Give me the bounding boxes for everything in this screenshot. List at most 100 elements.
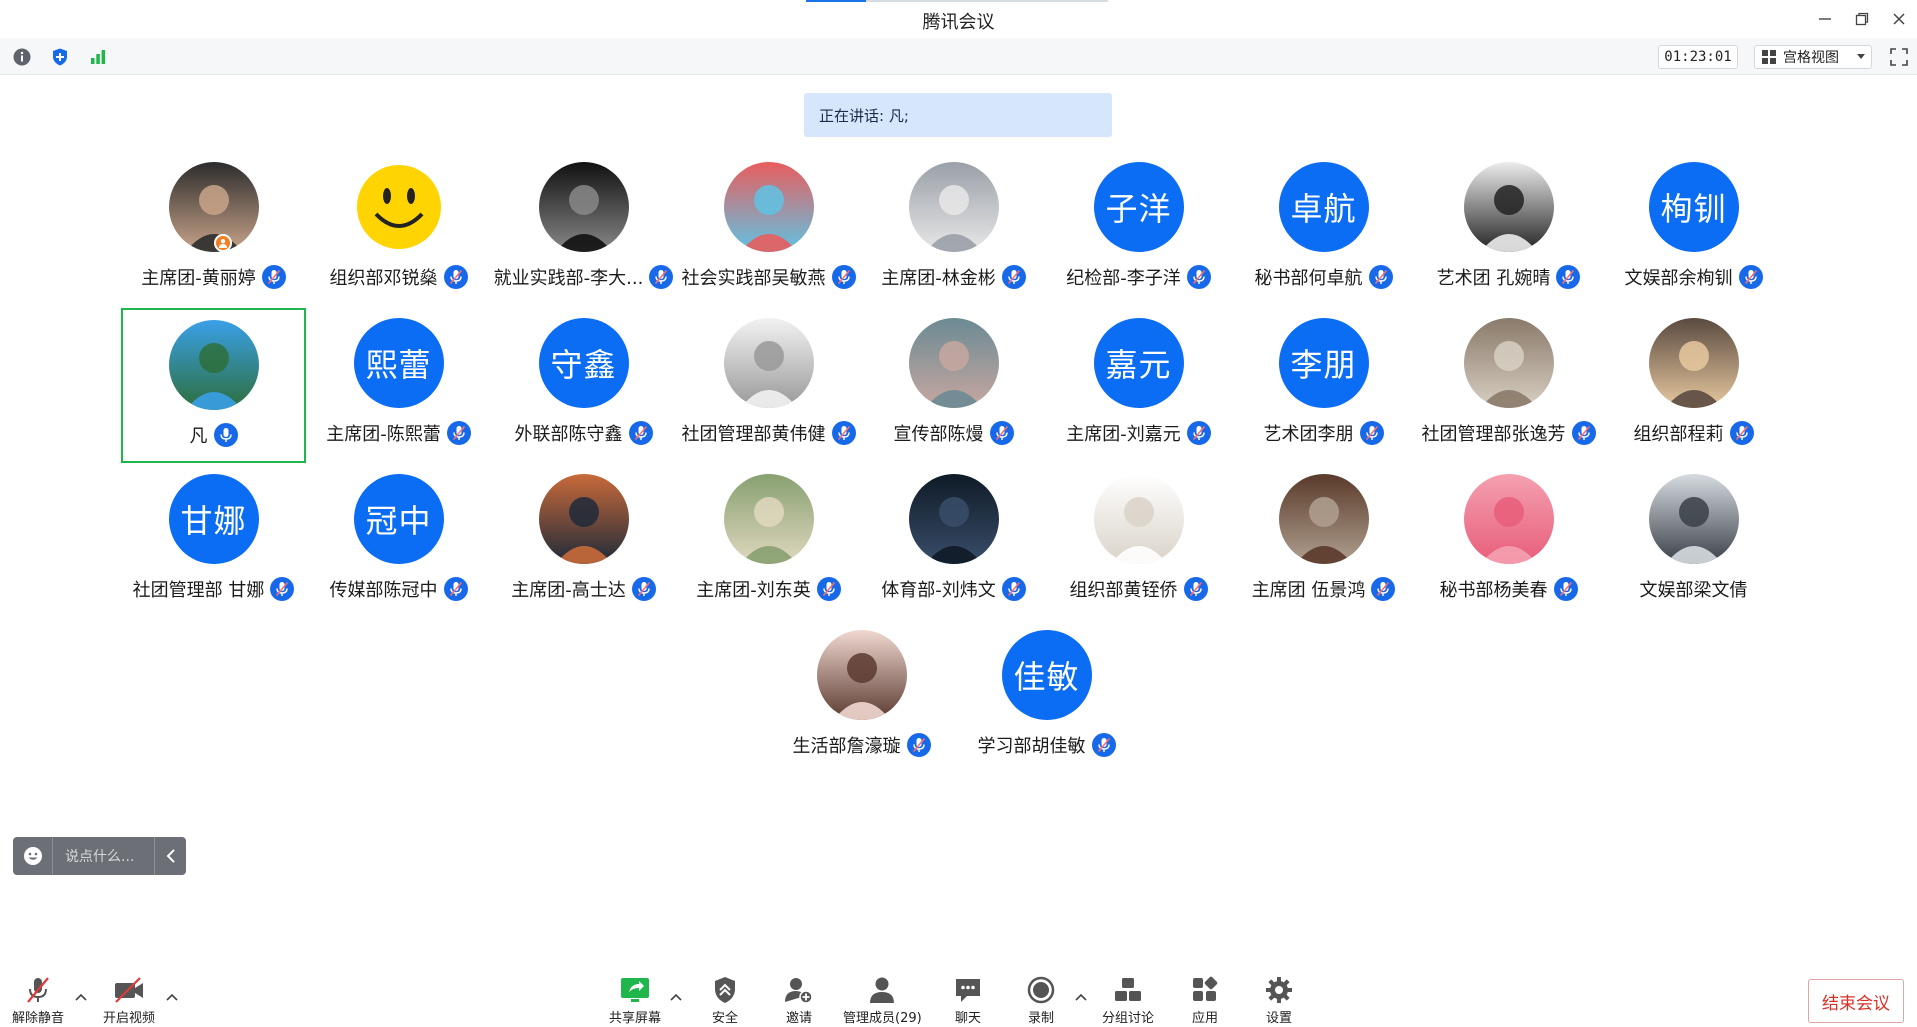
avatar bbox=[723, 318, 814, 408]
participant-name: 社会实践部吴敏燕 bbox=[681, 268, 826, 289]
participant-name: 组织部黄铚侨 bbox=[1069, 580, 1178, 601]
chat-label: 聊天 bbox=[954, 1011, 981, 1026]
participant-name-row: 文娱部梁文倩 bbox=[1571, 576, 1816, 602]
participant-tile[interactable]: 栒钏文娱部余栒钏 bbox=[1601, 152, 1786, 307]
avatar bbox=[1463, 318, 1554, 408]
participant-tile[interactable]: 佳敏学习部胡佳敏 bbox=[954, 620, 1139, 775]
meeting-window: 腾讯会议 01:23:01 宫格视图 正在讲话: 凡; 主席团-黄丽婷 组织部邓… bbox=[0, 0, 1917, 1027]
participant-name: 艺术团李朋 bbox=[1263, 424, 1354, 445]
apps-button[interactable]: 应用 bbox=[1188, 975, 1222, 1026]
record-icon bbox=[1024, 975, 1058, 1005]
record-button[interactable]: 录制 bbox=[1024, 975, 1058, 1026]
gear-icon bbox=[1262, 975, 1296, 1005]
unmute-button[interactable]: 解除静音 bbox=[12, 975, 64, 1026]
avatar bbox=[353, 162, 444, 252]
security-shield-icon bbox=[708, 975, 742, 1005]
participant-grid: 主席团-黄丽婷 组织部邓锐燊 就业实践部-李大... 社会实践部吴敏燕 主席团-林金彬 子… bbox=[0, 0, 1917, 1027]
participant-name: 文娱部余栒钏 bbox=[1624, 268, 1733, 289]
mic-muted-icon[interactable] bbox=[1729, 421, 1754, 445]
avatar bbox=[723, 162, 814, 252]
avatar: 嘉元 bbox=[1093, 318, 1184, 408]
avatar bbox=[908, 162, 999, 252]
avatar bbox=[168, 162, 259, 252]
record-label: 录制 bbox=[1027, 1011, 1054, 1026]
mic-muted-icon[interactable] bbox=[1091, 733, 1116, 757]
share-screen-label: 共享屏幕 bbox=[609, 1011, 662, 1026]
participant-name: 凡 bbox=[189, 426, 208, 447]
participant-name-row: 文娱部余栒钏 bbox=[1571, 264, 1816, 290]
manage-members-button[interactable]: 管理成员(29) bbox=[843, 975, 922, 1026]
avatar bbox=[1278, 474, 1369, 564]
participant-name: 主席团-刘嘉元 bbox=[1066, 424, 1181, 445]
breakout-label: 分组讨论 bbox=[1102, 1011, 1155, 1026]
avatar bbox=[723, 474, 814, 564]
participant-name: 秘书部杨美春 bbox=[1439, 580, 1548, 601]
avatar: 佳敏 bbox=[1001, 630, 1092, 720]
emoji-icon[interactable] bbox=[13, 837, 53, 875]
participant-name-row: 组织部程莉 bbox=[1571, 420, 1816, 446]
settings-label: 设置 bbox=[1265, 1011, 1292, 1026]
manage-members-label: 管理成员(29) bbox=[843, 1011, 922, 1026]
participant-tile[interactable]: 文娱部梁文倩 bbox=[1601, 464, 1786, 619]
record-options-caret[interactable] bbox=[1073, 989, 1089, 1005]
avatar: 熙蕾 bbox=[353, 318, 444, 408]
avatar bbox=[908, 318, 999, 408]
share-options-caret[interactable] bbox=[668, 989, 684, 1005]
video-off-icon bbox=[112, 975, 146, 1005]
mic-muted-icon[interactable] bbox=[1359, 421, 1384, 445]
share-screen-button[interactable]: 共享屏幕 bbox=[609, 975, 661, 1026]
end-meeting-button[interactable]: 结束会议 bbox=[1808, 979, 1904, 1023]
avatar bbox=[908, 474, 999, 564]
avatar: 李朋 bbox=[1278, 318, 1369, 408]
avatar: 冠中 bbox=[353, 474, 444, 564]
start-video-button[interactable]: 开启视频 bbox=[103, 975, 155, 1026]
invite-label: 邀请 bbox=[785, 1011, 812, 1026]
participant-name: 纪检部-李子洋 bbox=[1066, 268, 1181, 289]
participant-tile[interactable]: 组织部程莉 bbox=[1601, 308, 1786, 463]
avatar bbox=[1648, 318, 1739, 408]
breakout-rooms-icon bbox=[1111, 975, 1145, 1005]
participant-name: 主席团-高士达 bbox=[511, 580, 626, 601]
invite-user-icon bbox=[782, 975, 816, 1005]
invite-button[interactable]: 邀请 bbox=[782, 975, 816, 1026]
security-button[interactable]: 安全 bbox=[708, 975, 742, 1026]
participant-name: 宣传部陈熳 bbox=[893, 424, 984, 445]
participant-name: 外联部陈守鑫 bbox=[514, 424, 623, 445]
start-video-label: 开启视频 bbox=[103, 1011, 156, 1026]
apps-icon bbox=[1188, 975, 1222, 1005]
participant-name: 主席团-林金彬 bbox=[881, 268, 996, 289]
members-icon bbox=[865, 975, 899, 1005]
unmute-label: 解除静音 bbox=[12, 1011, 65, 1026]
chat-button[interactable]: 聊天 bbox=[951, 975, 985, 1026]
avatar bbox=[1463, 162, 1554, 252]
settings-button[interactable]: 设置 bbox=[1262, 975, 1296, 1026]
mic-on-icon[interactable] bbox=[213, 423, 238, 447]
chat-input[interactable]: 说点什么... bbox=[13, 837, 186, 875]
mic-off-icon bbox=[21, 975, 55, 1005]
participant-name: 主席团-陈熙蕾 bbox=[326, 424, 441, 445]
chevron-left-icon[interactable] bbox=[154, 837, 186, 875]
host-badge-icon bbox=[213, 234, 232, 252]
mic-muted-icon[interactable] bbox=[1738, 265, 1763, 289]
participant-name: 就业实践部-李大... bbox=[493, 268, 644, 289]
participant-name: 文娱部梁文倩 bbox=[1639, 580, 1748, 601]
participant-name: 秘书部何卓航 bbox=[1254, 268, 1363, 289]
avatar bbox=[538, 162, 629, 252]
participant-name: 组织部邓锐燊 bbox=[329, 268, 438, 289]
avatar: 栒钏 bbox=[1648, 162, 1739, 252]
breakout-button[interactable]: 分组讨论 bbox=[1102, 975, 1154, 1026]
participant-name: 主席团 伍景鸿 bbox=[1251, 580, 1366, 601]
mic-muted-icon[interactable] bbox=[989, 421, 1014, 445]
participant-name: 社团管理部 甘娜 bbox=[132, 580, 265, 601]
participant-name: 生活部詹濠璇 bbox=[792, 736, 901, 757]
avatar bbox=[1648, 474, 1739, 564]
participant-name: 艺术团 孔婉晴 bbox=[1436, 268, 1551, 289]
audio-options-caret[interactable] bbox=[73, 989, 89, 1005]
avatar: 卓航 bbox=[1278, 162, 1369, 252]
security-label: 安全 bbox=[711, 1011, 738, 1026]
avatar: 守鑫 bbox=[538, 318, 629, 408]
participant-name: 学习部胡佳敏 bbox=[977, 736, 1086, 757]
video-options-caret[interactable] bbox=[164, 989, 180, 1005]
avatar bbox=[538, 474, 629, 564]
participant-name-row: 学习部胡佳敏 bbox=[924, 732, 1169, 758]
